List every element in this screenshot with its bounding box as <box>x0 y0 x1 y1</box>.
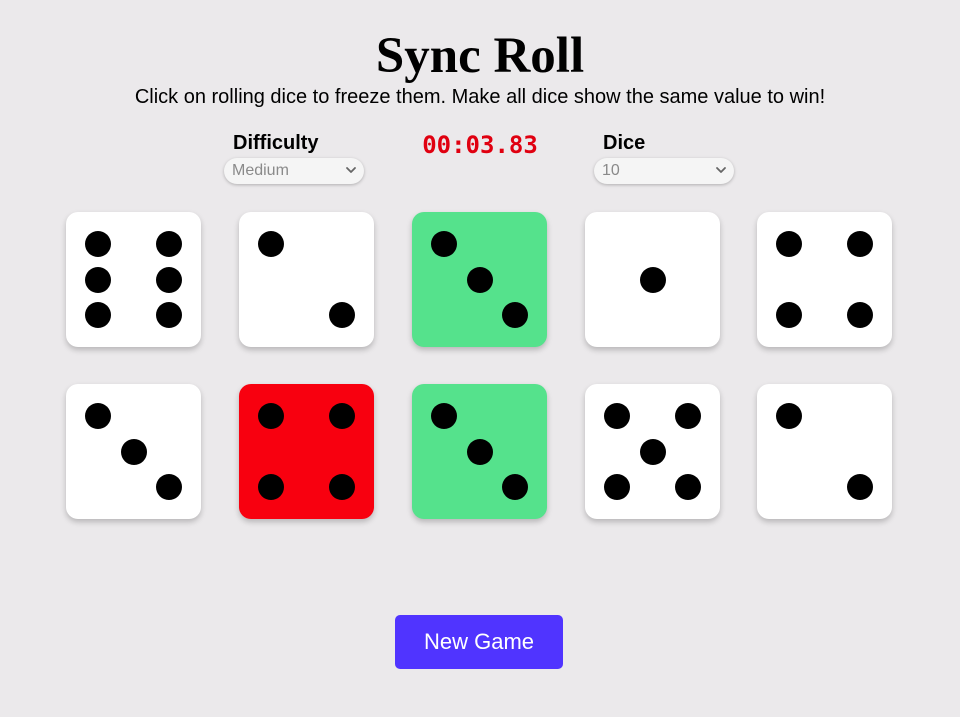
die-9[interactable] <box>585 384 720 519</box>
die-pip <box>85 403 111 429</box>
difficulty-label: Difficulty <box>233 132 319 154</box>
die-4[interactable] <box>585 212 720 347</box>
die-1[interactable] <box>66 212 201 347</box>
dice-count-select-value: 10 <box>602 162 620 179</box>
die-pip <box>604 474 630 500</box>
game-instructions: Click on rolling dice to freeze them. Ma… <box>134 86 826 108</box>
die-pip <box>258 474 284 500</box>
chevron-down-icon <box>346 167 356 173</box>
die-pip <box>639 438 666 465</box>
die-pip <box>639 266 666 293</box>
new-game-button[interactable]: New Game <box>395 615 563 669</box>
die-pip <box>156 266 182 293</box>
die-pip <box>431 403 457 429</box>
die-pip <box>85 231 111 257</box>
die-pip <box>466 438 493 465</box>
die-pip <box>258 231 284 257</box>
die-pip <box>502 474 528 500</box>
die-10[interactable] <box>757 384 892 519</box>
die-pip <box>776 302 802 328</box>
die-8[interactable] <box>412 384 547 519</box>
die-pip <box>675 403 701 429</box>
die-6[interactable] <box>66 384 201 519</box>
chevron-down-icon <box>716 167 726 173</box>
dice-count-select[interactable]: 10 <box>594 158 734 184</box>
die-pip <box>329 403 355 429</box>
die-pip <box>776 231 802 257</box>
difficulty-control: Difficulty Medium <box>224 130 364 184</box>
die-pip <box>120 438 147 465</box>
die-2[interactable] <box>239 212 374 347</box>
die-pip <box>675 474 701 500</box>
die-pip <box>329 474 355 500</box>
die-7[interactable] <box>239 384 374 519</box>
die-3[interactable] <box>412 212 547 347</box>
game-title: Sync Roll <box>375 28 585 84</box>
difficulty-select[interactable]: Medium <box>224 158 364 184</box>
die-pip <box>431 231 457 257</box>
dice-count-label: Dice <box>603 132 646 154</box>
die-pip <box>847 474 873 500</box>
die-pip <box>847 231 873 257</box>
dice-count-control: Dice 10 <box>594 130 734 184</box>
difficulty-select-value: Medium <box>232 162 289 179</box>
die-pip <box>604 403 630 429</box>
die-pip <box>156 302 182 328</box>
die-5[interactable] <box>757 212 892 347</box>
die-pip <box>156 231 182 257</box>
die-pip <box>776 403 802 429</box>
die-pip <box>847 302 873 328</box>
die-pip <box>156 474 182 500</box>
die-pip <box>258 403 284 429</box>
game-timer: 00:03.83 <box>422 131 538 159</box>
die-pip <box>85 302 111 328</box>
die-pip <box>502 302 528 328</box>
die-pip <box>329 302 355 328</box>
die-pip <box>85 266 111 293</box>
die-pip <box>466 266 493 293</box>
